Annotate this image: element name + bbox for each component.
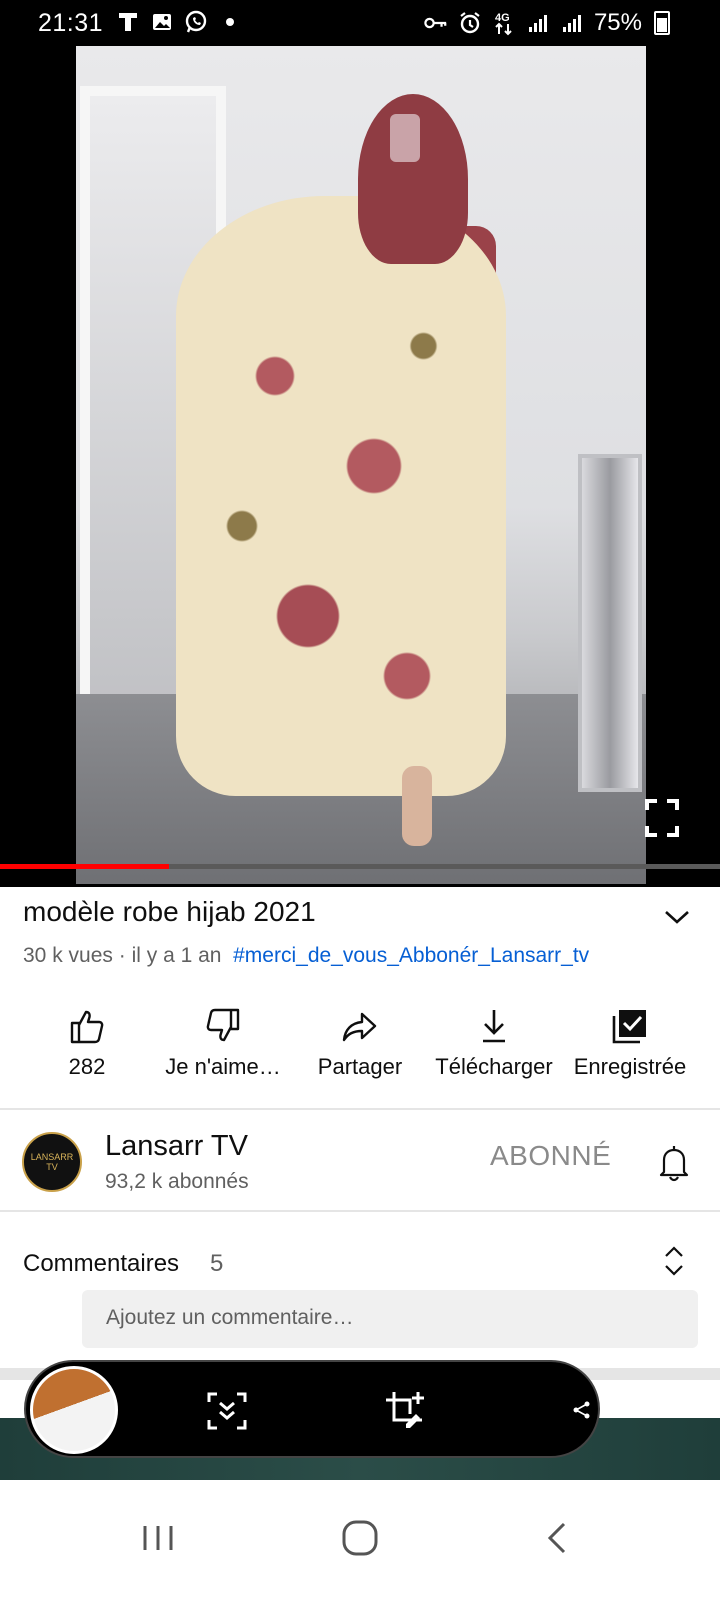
alarm-icon (458, 10, 482, 36)
action-bar: 282 Je n'aime… Partager Télécharger Enre… (0, 1006, 720, 1100)
like-button[interactable]: 282 (17, 1006, 157, 1080)
save-label: Enregistrée (573, 1054, 687, 1079)
video-scene-floral-dress (176, 196, 506, 796)
upload-age: il y a 1 an (131, 944, 222, 967)
whatsapp-icon (184, 9, 208, 35)
download-label: Télécharger (435, 1054, 553, 1079)
bell-icon[interactable] (656, 1142, 692, 1182)
status-bar: 21:31 4G 75% (0, 0, 720, 46)
video-scene-console (578, 454, 642, 792)
image-icon (150, 9, 174, 35)
meta-separator: · (112, 944, 132, 967)
comment-input[interactable]: Ajoutez un commentaire… (82, 1290, 698, 1348)
video-progress-fill (0, 864, 170, 869)
comments-section[interactable]: Commentaires 5 Ajoutez un commentaire… (0, 1238, 720, 1373)
comments-count: 5 (210, 1250, 224, 1277)
save-button[interactable]: Enregistrée (560, 1006, 700, 1080)
like-count: 282 (68, 1054, 106, 1079)
fullscreen-icon[interactable] (644, 798, 680, 838)
battery-percent: 75% (593, 9, 642, 36)
network-4g-icon: 4G (492, 10, 516, 36)
back-icon[interactable] (530, 1510, 590, 1566)
divider (0, 1210, 720, 1212)
home-icon[interactable] (330, 1510, 390, 1566)
share-icon (342, 1012, 377, 1042)
comment-placeholder: Ajoutez un commentaire… (106, 1306, 354, 1329)
chevron-down-icon[interactable] (662, 902, 692, 932)
dislike-button[interactable]: Je n'aime… (153, 1006, 293, 1080)
expand-collapse-icon[interactable] (662, 1244, 686, 1278)
share-label: Partager (317, 1054, 403, 1079)
video-scene-phone (390, 114, 420, 162)
thumbs-down-icon (206, 1008, 240, 1042)
video-title[interactable]: modèle robe hijab 2021 (23, 896, 316, 928)
share-button[interactable]: Partager (290, 1006, 430, 1080)
comments-label: Commentaires (23, 1250, 180, 1277)
channel-row[interactable]: LANSARR TV Lansarr TV 93,2 k abonnés ABO… (0, 1124, 720, 1216)
video-scene-shoes (402, 766, 432, 846)
saved-playlist-icon (612, 1010, 646, 1044)
key-icon (424, 10, 448, 36)
battery-icon (654, 11, 670, 35)
thumbs-up-icon (70, 1010, 104, 1044)
channel-name[interactable]: Lansarr TV (105, 1130, 248, 1163)
screenshot-scroll-icon[interactable] (206, 1390, 248, 1432)
channel-avatar[interactable]: LANSARR TV (22, 1132, 82, 1192)
avatar-logo-text: LANSARR TV (30, 1152, 74, 1172)
dot-icon (218, 9, 242, 35)
video-player[interactable] (0, 46, 720, 887)
system-navigation-bar (0, 1480, 720, 1600)
video-progress-bar[interactable] (0, 864, 720, 869)
divider (0, 1108, 720, 1110)
status-notification-icons (116, 9, 242, 35)
download-icon (483, 1010, 505, 1043)
hashtag-link[interactable]: #merci_de_vous_Abbonér_Lansarr_tv (233, 944, 589, 967)
signal-icon (526, 10, 550, 36)
screenshot-thumbnail[interactable] (30, 1366, 118, 1454)
svg-text:4G: 4G (495, 12, 510, 24)
crop-edit-icon[interactable] (384, 1390, 426, 1432)
status-time: 21:31 (38, 9, 104, 37)
signal-icon (560, 10, 584, 36)
screenshot-toolbar (24, 1360, 600, 1458)
subscribed-button[interactable]: ABONNÉ (490, 1140, 611, 1172)
dislike-label: Je n'aime… (165, 1054, 281, 1079)
subscriber-count: 93,2 k abonnés (105, 1170, 249, 1193)
video-meta: 30 k vues · il y a 1 an #merci_de_vous_A… (23, 944, 589, 968)
status-system-icons: 4G 75% (424, 9, 670, 37)
recent-apps-icon[interactable] (128, 1510, 188, 1566)
title-row[interactable]: modèle robe hijab 2021 (23, 896, 703, 936)
share-icon[interactable] (572, 1400, 592, 1420)
view-count: 30 k vues (23, 944, 113, 967)
download-button[interactable]: Télécharger (424, 1006, 564, 1080)
video-frame[interactable] (76, 46, 646, 884)
t-mobile-icon (116, 9, 140, 35)
